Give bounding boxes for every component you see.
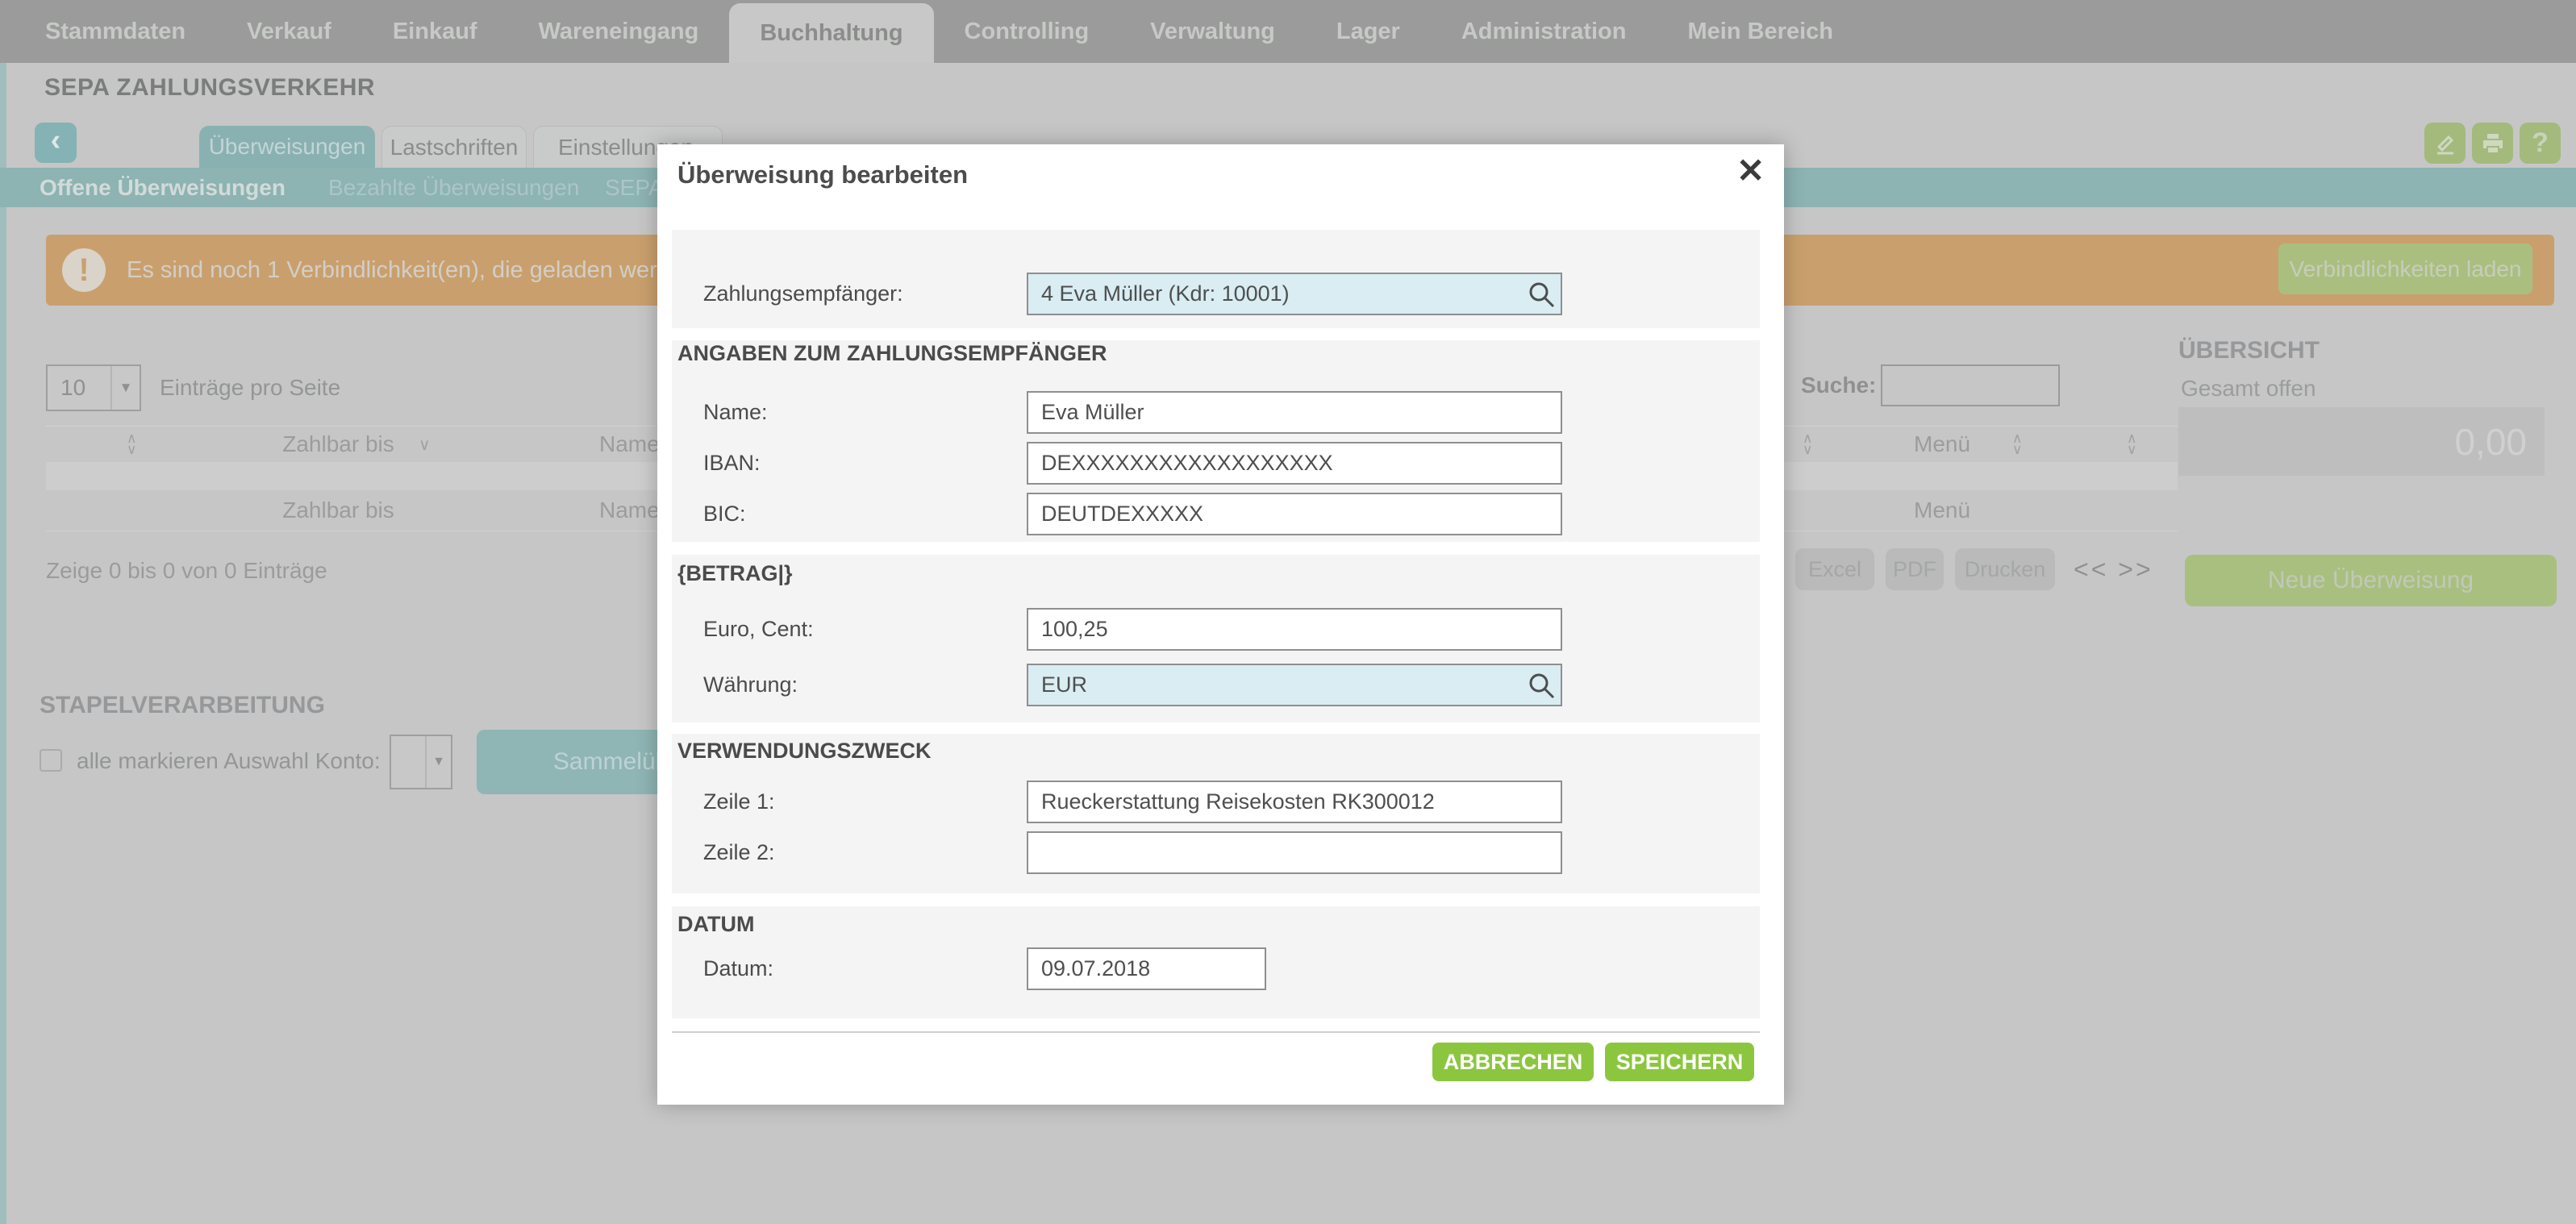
nav-einkauf[interactable]: Einkauf — [362, 0, 508, 63]
page-title: SEPA ZAHLUNGSVERKEHR — [44, 74, 375, 102]
subtab-offene-ueberweisungen[interactable]: Offene Überweisungen — [40, 168, 286, 207]
currency-label: Währung: — [703, 664, 798, 706]
footer-column-menu: Menü — [1914, 490, 1970, 531]
nav-wareneingang[interactable]: Wareneingang — [508, 0, 730, 63]
nav-verwaltung[interactable]: Verwaltung — [1119, 0, 1306, 63]
overview-total-value: 0,00 — [2178, 407, 2545, 476]
tab-lastschriften[interactable]: Lastschriften — [381, 126, 527, 168]
help-button[interactable]: ? — [2520, 123, 2561, 164]
print-button[interactable] — [2472, 123, 2513, 164]
account-select[interactable]: ▼ — [390, 735, 452, 789]
column-zahlbar-bis[interactable]: Zahlbar bis — [272, 427, 405, 462]
amount-input[interactable] — [1027, 608, 1562, 651]
select-all-label: alle markieren Auswahl Konto: — [77, 748, 381, 774]
name-label: Name: — [703, 391, 768, 434]
sort-icon[interactable]: ∧∨ — [2127, 427, 2136, 462]
footer-column-name: Name/ — [599, 490, 665, 531]
purpose-heading: VERWENDUNGSZWECK — [677, 739, 932, 764]
nav-administration[interactable]: Administration — [1431, 0, 1657, 63]
printer-icon — [2480, 131, 2506, 156]
line1-input[interactable] — [1027, 781, 1562, 823]
select-all-checkbox[interactable] — [40, 749, 62, 772]
subtab-bezahlte-ueberweisungen[interactable]: Bezahlte Überweisungen — [328, 168, 579, 207]
payee-details-heading: ANGABEN ZUM ZAHLUNGSEMPFÄNGER — [677, 341, 1107, 366]
line2-label: Zeile 2: — [703, 831, 775, 874]
tab-ueberweisungen[interactable]: Überweisungen — [199, 126, 375, 168]
chevron-down-icon: ▼ — [110, 366, 140, 410]
bic-input[interactable] — [1027, 493, 1562, 535]
column-menu[interactable]: Menü — [1914, 427, 1970, 462]
question-mark-icon: ? — [2532, 127, 2549, 159]
sort-icon[interactable]: ∧∨ — [1803, 427, 1812, 462]
save-button[interactable]: SPEICHERN — [1605, 1043, 1754, 1081]
date-heading: DATUM — [677, 912, 754, 937]
search-label: Suche: — [1801, 373, 1876, 398]
edit-transfer-dialog: Überweisung bearbeiten ✕ Zahlungsempfäng… — [657, 144, 1784, 1105]
new-transfer-button[interactable]: Neue Überweisung — [2185, 555, 2557, 606]
main-navigation: Stammdaten Verkauf Einkauf Wareneingang … — [0, 0, 2576, 63]
footer-column-zahlbar-bis: Zahlbar bis — [272, 490, 405, 531]
chevron-down-icon: ▼ — [425, 736, 451, 788]
nav-buchhaltung-active[interactable]: Buchhaltung — [729, 3, 933, 63]
overview-title: ÜBERSICHT — [2178, 337, 2320, 364]
exclamation-icon: ! — [62, 248, 106, 292]
nav-lager[interactable]: Lager — [1306, 0, 1431, 63]
nav-stammdaten[interactable]: Stammdaten — [15, 0, 216, 63]
payee-lookup-input[interactable] — [1027, 273, 1562, 315]
table-info-text: Zeige 0 bis 0 von 0 Einträge — [46, 558, 327, 584]
search-input[interactable] — [1881, 364, 2060, 406]
overview-total-label: Gesamt offen — [2181, 376, 2316, 402]
payee-label: Zahlungsempfänger: — [703, 273, 903, 315]
iban-input[interactable] — [1027, 442, 1562, 485]
page-size-value: 10 — [48, 375, 110, 401]
dialog-footer-divider — [672, 1031, 1760, 1033]
amount-label: Euro, Cent: — [703, 608, 814, 651]
column-name[interactable]: Name/ — [599, 427, 665, 462]
nav-verkauf[interactable]: Verkauf — [216, 0, 362, 63]
close-icon[interactable]: ✕ — [1736, 151, 1765, 190]
content-left-accent-bar — [0, 63, 6, 1224]
sort-icon[interactable]: ∧∨ — [2012, 427, 2022, 462]
subtab-sepa[interactable]: SEPA — [605, 168, 664, 207]
application-window: Stammdaten Verkauf Einkauf Wareneingang … — [0, 0, 2576, 1224]
back-button[interactable]: ‹ — [35, 123, 77, 163]
amount-heading: {BETRAG|} — [677, 561, 793, 586]
name-input[interactable] — [1027, 391, 1562, 434]
bic-label: BIC: — [703, 493, 746, 535]
sort-down-icon[interactable]: ∨ — [419, 427, 431, 462]
pagination-control[interactable]: << >> — [2074, 555, 2153, 585]
page-size-label: Einträge pro Seite — [160, 375, 340, 401]
dialog-title: Überweisung bearbeiten — [677, 160, 968, 189]
cancel-button[interactable]: ABBRECHEN — [1432, 1043, 1594, 1081]
date-label: Datum: — [703, 947, 773, 990]
iban-label: IBAN: — [703, 442, 761, 485]
sort-icon[interactable]: ∧∨ — [127, 427, 136, 462]
batch-section-title: STAPELVERARBEITUNG — [40, 692, 325, 719]
date-input[interactable] — [1027, 947, 1266, 990]
currency-lookup-input[interactable] — [1027, 664, 1562, 706]
export-excel-button[interactable]: Excel — [1795, 548, 1874, 590]
page-size-select[interactable]: 10 ▼ — [46, 364, 141, 411]
pencil-icon — [2432, 131, 2458, 156]
nav-mein-bereich[interactable]: Mein Bereich — [1657, 0, 1864, 63]
print-table-button[interactable]: Drucken — [1955, 548, 2055, 590]
edit-button[interactable] — [2424, 123, 2466, 164]
export-pdf-button[interactable]: PDF — [1886, 548, 1944, 590]
line1-label: Zeile 1: — [703, 781, 775, 823]
line2-input[interactable] — [1027, 831, 1562, 874]
nav-controlling[interactable]: Controlling — [934, 0, 1120, 63]
load-liabilities-button[interactable]: Verbindlichkeiten laden — [2278, 244, 2532, 294]
